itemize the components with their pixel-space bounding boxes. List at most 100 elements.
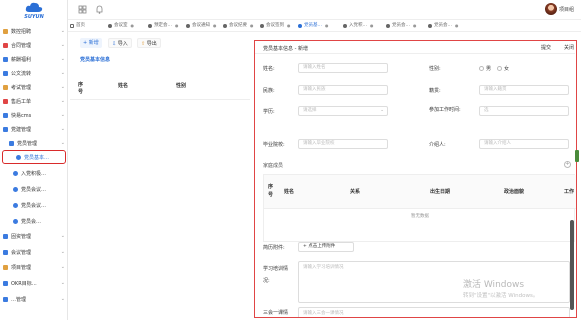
sidebar-item-label: 党员会议… — [21, 202, 47, 209]
submit-button[interactable]: 提交 — [541, 44, 551, 51]
sidebar-item-3[interactable]: 公文流转 ⌄ — [0, 66, 68, 80]
close-tab-icon[interactable]: ● — [175, 22, 179, 30]
import-button[interactable]: ⇩ 导入 — [108, 38, 132, 48]
chevron-down-icon: ⌄ — [60, 126, 65, 132]
exam-icon — [3, 84, 8, 90]
sidebar-item-14[interactable]: 固资管理 ⌄ — [0, 229, 68, 243]
sidebar-item-5[interactable]: 售后工单 ⌄ — [0, 94, 68, 108]
activist-icon — [13, 170, 18, 176]
tab-9[interactable]: 党员会… ● — [428, 22, 459, 30]
close-tab-icon[interactable]: ● — [455, 22, 459, 30]
tab-2[interactable]: 预定会… ● — [148, 22, 179, 30]
introducer-input[interactable]: 请输入介绍人 — [479, 139, 569, 149]
add-button[interactable]: + 新增 — [80, 38, 102, 48]
ticket-icon — [3, 98, 8, 104]
sidebar-item-11[interactable]: 党员会议… — [0, 182, 68, 196]
sidebar-item-12[interactable]: 党员会议… — [0, 198, 68, 212]
family-col-work: 工作 — [564, 189, 575, 195]
close-tab-icon[interactable]: ● — [413, 22, 417, 30]
tab-label: 党员会… — [392, 23, 410, 28]
tab-5[interactable]: 会议签到 ● — [260, 22, 291, 30]
tab-label: 会议室 — [114, 23, 128, 28]
recruit-icon — [3, 28, 8, 34]
female-label: 女 — [504, 66, 510, 72]
tab-dot-icon — [386, 24, 390, 28]
nation-input[interactable]: 请输入民族 — [298, 85, 388, 95]
add-family-icon[interactable]: + — [564, 161, 571, 168]
education-select-value: 请选择 — [303, 108, 317, 113]
school-label: 毕业院校: — [263, 142, 285, 148]
workdate-picker[interactable]: 选 — [479, 106, 569, 116]
scrollbar[interactable] — [570, 220, 574, 310]
tab-0[interactable]: 首页 — [70, 22, 85, 30]
sidebar-item-9[interactable]: 党员基本… — [2, 150, 66, 164]
close-tab-icon[interactable]: ● — [370, 22, 374, 30]
tab-dot-icon — [108, 24, 112, 28]
sidebar-item-10[interactable]: 入党积极… — [0, 166, 68, 180]
sidebar-item-label: 党员会… — [21, 218, 42, 225]
user-name[interactable]: 项目组 — [559, 6, 574, 13]
tab-3[interactable]: 会议通知 ● — [186, 22, 217, 30]
sidebar-item-label: 固资管理 — [11, 233, 32, 240]
document-flow-icon — [3, 70, 8, 76]
sidebar-item-0[interactable]: 数控招聘 ⌄ — [0, 24, 68, 38]
tab-4[interactable]: 会议纪要 ● — [223, 22, 254, 30]
sidebar-item-13[interactable]: 党员会… — [0, 214, 68, 228]
meeting3-icon — [13, 218, 18, 224]
sidebar-item-17[interactable]: OKR目标… ⌄ — [0, 276, 68, 290]
tab-dot-icon — [343, 24, 347, 28]
school-input[interactable]: 请输入毕业院校 — [298, 139, 388, 149]
family-col-birth: 出生日期 — [430, 189, 451, 195]
lesson-textarea[interactable]: 请输入三会一课情况 — [298, 307, 570, 317]
education-label: 学历: — [263, 109, 275, 115]
chevron-down-icon: ⌄ — [60, 28, 65, 34]
tab-7[interactable]: 入党积… ● — [343, 22, 374, 30]
export-button[interactable]: ⇧ 导出 — [137, 38, 161, 48]
sidebar-item-2[interactable]: 薪酬福利 ⌄ — [0, 52, 68, 66]
grid-menu-icon[interactable] — [78, 5, 87, 14]
name-input[interactable]: 请输入姓名 — [298, 63, 388, 73]
tab-8[interactable]: 党员会… ● — [386, 22, 417, 30]
chevron-down-icon: ⌄ — [60, 264, 65, 270]
origin-input[interactable]: 请输入籍贯 — [479, 85, 569, 95]
okr-icon — [3, 280, 8, 286]
education-select[interactable]: 请选择 ⌄ — [298, 106, 388, 116]
sidebar-item-15[interactable]: 会议管理 ⌄ — [0, 245, 68, 259]
sidebar-item-18[interactable]: …管理 ⌄ — [0, 292, 68, 306]
study-label: 学习培训情况: — [263, 266, 289, 284]
tab-1[interactable]: 会议室 ● — [108, 22, 134, 30]
side-scroll-marker[interactable] — [575, 150, 579, 162]
sidebar-item-16[interactable]: 项目管理 ⌄ — [0, 260, 68, 274]
tab-dot-icon — [70, 24, 74, 28]
meeting2-icon — [13, 202, 18, 208]
col-name: 姓名 — [118, 83, 129, 89]
sidebar-item-label: OKR目标… — [11, 280, 37, 287]
tab-dot-icon — [260, 24, 264, 28]
introducer-label: 介绍人: — [429, 142, 446, 148]
sidebar-item-8[interactable]: 党员管理 ⌄ — [0, 136, 68, 150]
tab-label: 会议纪要 — [229, 23, 247, 28]
nation-label: 民族: — [263, 88, 275, 94]
chevron-down-icon: ⌄ — [60, 56, 65, 62]
family-empty-text: 暂无数据 — [411, 214, 429, 219]
close-tab-icon[interactable]: ● — [131, 22, 135, 30]
bell-icon[interactable] — [95, 5, 104, 14]
tab-6[interactable]: 党员基… ● — [298, 22, 329, 30]
close-tab-icon[interactable]: ● — [213, 22, 217, 30]
close-tab-icon[interactable]: ● — [250, 22, 254, 30]
sidebar-item-6[interactable]: 快易cms ⌄ — [0, 108, 68, 122]
upload-attachment-button[interactable]: + 点击上传附件 — [298, 242, 354, 252]
female-radio[interactable] — [497, 66, 502, 71]
close-tab-icon[interactable]: ● — [287, 22, 291, 30]
male-radio[interactable] — [479, 66, 484, 71]
sidebar-item-4[interactable]: 考试管理 ⌄ — [0, 80, 68, 94]
conference-icon — [3, 249, 8, 255]
sidebar-item-label: 党员管理 — [17, 140, 38, 147]
close-button[interactable]: 关闭 — [564, 44, 574, 51]
sidebar-item-1[interactable]: 合同管理 ⌄ — [0, 38, 68, 52]
sidebar-item-7[interactable]: 党建管理 ⌄ — [0, 122, 68, 136]
tab-dot-icon — [186, 24, 190, 28]
avatar[interactable] — [545, 3, 557, 15]
sidebar-item-label: 数控招聘 — [11, 28, 32, 35]
close-tab-icon[interactable]: ● — [325, 22, 329, 30]
